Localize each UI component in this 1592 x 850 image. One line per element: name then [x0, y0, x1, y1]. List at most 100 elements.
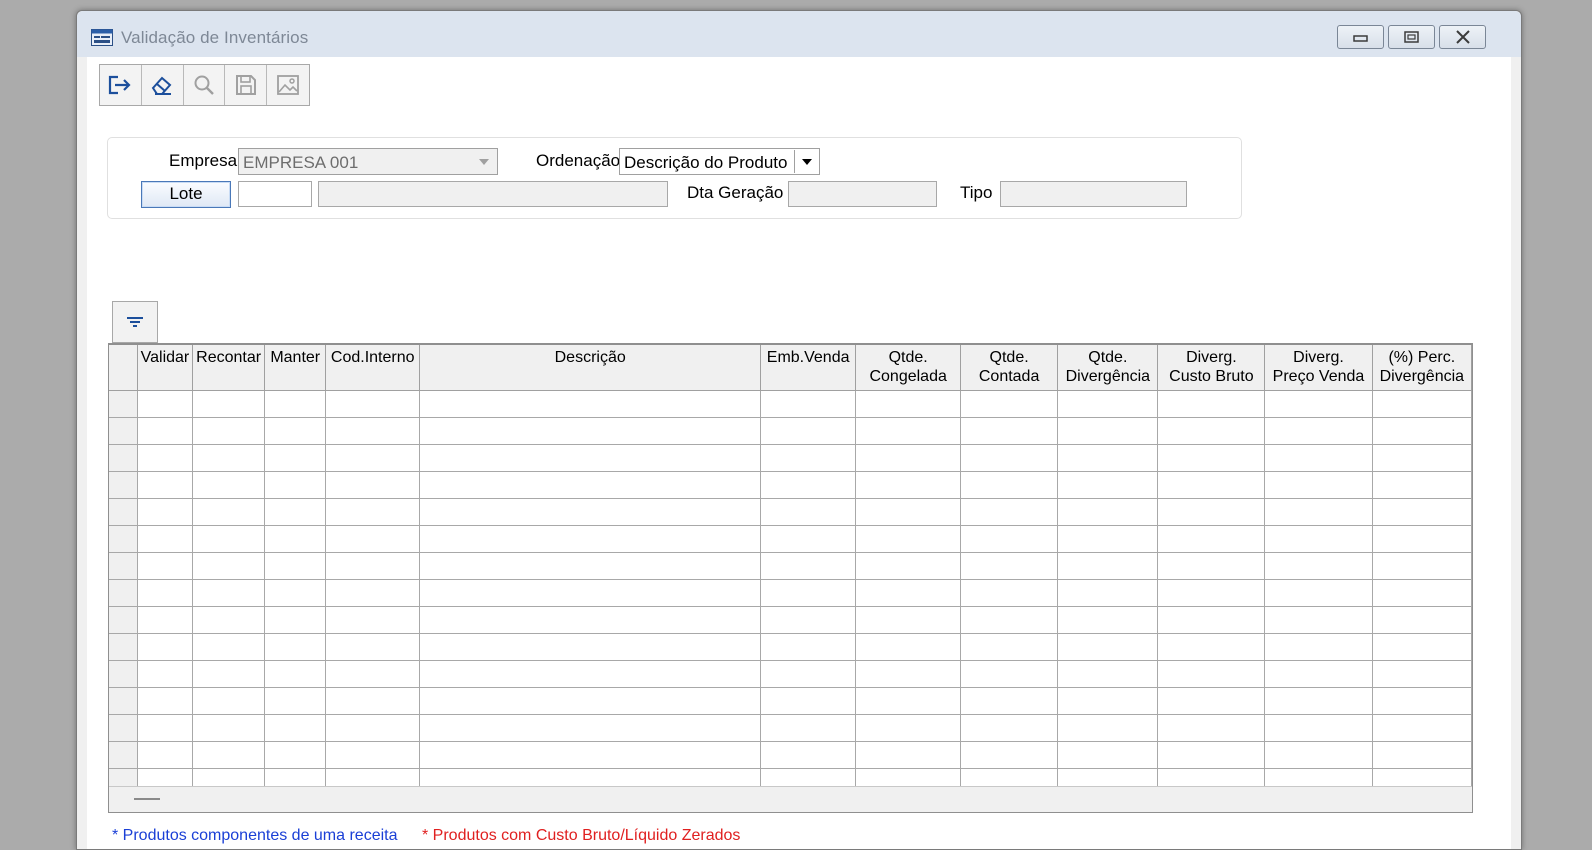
- table-cell[interactable]: [192, 741, 266, 769]
- table-cell[interactable]: [419, 714, 761, 742]
- table-cell[interactable]: [137, 660, 193, 688]
- table-cell[interactable]: [1057, 633, 1159, 661]
- column-header[interactable]: Validar: [137, 345, 193, 391]
- table-cell[interactable]: [1264, 552, 1373, 580]
- close-button[interactable]: [1439, 25, 1486, 49]
- table-cell[interactable]: [325, 633, 421, 661]
- table-row[interactable]: [109, 606, 1472, 634]
- column-header[interactable]: Diverg. Custo Bruto: [1157, 345, 1266, 391]
- table-cell[interactable]: [1264, 660, 1373, 688]
- table-cell[interactable]: [325, 471, 421, 499]
- table-cell[interactable]: [760, 444, 857, 472]
- table-cell[interactable]: [855, 471, 962, 499]
- lote-button[interactable]: Lote: [141, 181, 231, 208]
- table-cell[interactable]: [1157, 417, 1266, 445]
- table-cell[interactable]: [1057, 606, 1159, 634]
- table-cell[interactable]: [1372, 741, 1472, 769]
- table-cell[interactable]: [192, 471, 266, 499]
- table-cell[interactable]: [855, 579, 962, 607]
- table-cell[interactable]: [419, 660, 761, 688]
- table-cell[interactable]: [419, 417, 761, 445]
- table-cell[interactable]: [960, 471, 1059, 499]
- table-cell[interactable]: [137, 579, 193, 607]
- table-cell[interactable]: [419, 444, 761, 472]
- table-cell[interactable]: [1372, 525, 1472, 553]
- table-cell[interactable]: [137, 525, 193, 553]
- table-cell[interactable]: [855, 741, 962, 769]
- table-cell[interactable]: [760, 741, 857, 769]
- table-cell[interactable]: [1057, 471, 1159, 499]
- table-cell[interactable]: [960, 579, 1059, 607]
- table-cell[interactable]: [1057, 660, 1159, 688]
- table-cell[interactable]: [855, 714, 962, 742]
- table-cell[interactable]: [325, 741, 421, 769]
- table-cell[interactable]: [137, 552, 193, 580]
- table-cell[interactable]: [1372, 552, 1472, 580]
- table-cell[interactable]: [264, 606, 326, 634]
- row-indicator-cell[interactable]: [109, 525, 139, 553]
- table-cell[interactable]: [1157, 525, 1266, 553]
- table-cell[interactable]: [760, 606, 857, 634]
- table-cell[interactable]: [325, 714, 421, 742]
- table-row[interactable]: [109, 714, 1472, 742]
- table-cell[interactable]: [137, 417, 193, 445]
- table-cell[interactable]: [1057, 552, 1159, 580]
- table-cell[interactable]: [264, 498, 326, 526]
- table-cell[interactable]: [137, 498, 193, 526]
- column-header[interactable]: Descrição: [419, 345, 761, 391]
- table-cell[interactable]: [419, 390, 761, 418]
- row-indicator-header[interactable]: [109, 345, 139, 391]
- table-cell[interactable]: [419, 471, 761, 499]
- minimize-button[interactable]: [1337, 25, 1384, 49]
- table-cell[interactable]: [1264, 525, 1373, 553]
- column-header[interactable]: Emb.Venda: [760, 345, 857, 391]
- grid-filter-button[interactable]: [112, 301, 158, 343]
- column-header[interactable]: Qtde. Divergência: [1057, 345, 1159, 391]
- table-cell[interactable]: [855, 417, 962, 445]
- table-cell[interactable]: [264, 471, 326, 499]
- table-cell[interactable]: [264, 525, 326, 553]
- table-cell[interactable]: [1264, 579, 1373, 607]
- table-cell[interactable]: [137, 471, 193, 499]
- table-cell[interactable]: [419, 606, 761, 634]
- table-cell[interactable]: [960, 660, 1059, 688]
- table-row[interactable]: [109, 741, 1472, 769]
- table-cell[interactable]: [192, 714, 266, 742]
- table-cell[interactable]: [1157, 714, 1266, 742]
- table-cell[interactable]: [760, 687, 857, 715]
- table-cell[interactable]: [419, 687, 761, 715]
- row-indicator-cell[interactable]: [109, 606, 139, 634]
- table-cell[interactable]: [192, 390, 266, 418]
- table-cell[interactable]: [960, 714, 1059, 742]
- table-cell[interactable]: [264, 444, 326, 472]
- table-cell[interactable]: [137, 714, 193, 742]
- column-header[interactable]: Qtde. Contada: [960, 345, 1059, 391]
- row-indicator-cell[interactable]: [109, 498, 139, 526]
- table-cell[interactable]: [960, 390, 1059, 418]
- table-cell[interactable]: [1057, 525, 1159, 553]
- table-cell[interactable]: [419, 633, 761, 661]
- table-cell[interactable]: [264, 633, 326, 661]
- table-row[interactable]: [109, 552, 1472, 580]
- row-indicator-cell[interactable]: [109, 741, 139, 769]
- table-cell[interactable]: [419, 525, 761, 553]
- table-cell[interactable]: [960, 417, 1059, 445]
- table-cell[interactable]: [1157, 660, 1266, 688]
- table-cell[interactable]: [325, 390, 421, 418]
- table-cell[interactable]: [1157, 471, 1266, 499]
- table-cell[interactable]: [137, 687, 193, 715]
- row-indicator-cell[interactable]: [109, 714, 139, 742]
- row-indicator-cell[interactable]: [109, 660, 139, 688]
- table-row[interactable]: [109, 579, 1472, 607]
- table-cell[interactable]: [960, 498, 1059, 526]
- table-cell[interactable]: [1372, 633, 1472, 661]
- table-cell[interactable]: [1264, 606, 1373, 634]
- table-row[interactable]: [109, 633, 1472, 661]
- table-cell[interactable]: [760, 660, 857, 688]
- table-cell[interactable]: [1157, 498, 1266, 526]
- table-row[interactable]: [109, 390, 1472, 418]
- table-cell[interactable]: [325, 552, 421, 580]
- table-row[interactable]: [109, 660, 1472, 688]
- row-indicator-cell[interactable]: [109, 552, 139, 580]
- table-cell[interactable]: [1372, 606, 1472, 634]
